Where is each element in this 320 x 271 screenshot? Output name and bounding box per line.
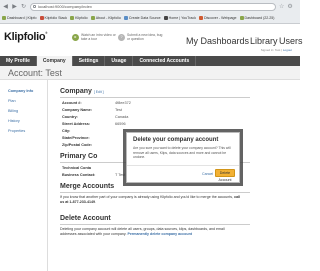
delete-account-button[interactable]: Delete Account (215, 169, 235, 182)
dialog-message: Are you sure you want to delete your com… (133, 146, 231, 159)
logout-link[interactable]: Logout (283, 48, 292, 52)
intro-video-link[interactable]: ▸ Watch an intro video or take a tour (72, 33, 117, 41)
merge-accounts-heading: Merge Accounts (60, 183, 115, 190)
play-icon: ▸ (72, 33, 79, 41)
field-label: Company Name: (62, 108, 92, 112)
url-row: ◀ ▶ ↻ localhost:9000/company/index ☆ ⚙ (0, 1, 300, 12)
sidebar-item-properties[interactable]: Properties (8, 129, 25, 133)
field-label: Street Address: (62, 122, 91, 126)
field-value: Test (115, 108, 122, 112)
sidebar-item-history[interactable]: History (8, 119, 20, 123)
cancel-button[interactable]: Cancel (202, 172, 213, 176)
delete-account-heading: Delete Account (60, 215, 111, 222)
divider (60, 224, 250, 225)
permanently-delete-link[interactable]: Permanently delete company account (127, 232, 192, 236)
address-bar[interactable]: localhost:9000/company/index (30, 2, 276, 11)
bookmark-item[interactable]: Home | YouTrack (163, 16, 196, 20)
tab-connected-accounts[interactable]: Connected Accounts (133, 56, 197, 66)
field-label: Zip/Postal Code: (62, 143, 92, 147)
forward-icon[interactable]: ▶ (11, 3, 18, 10)
bookmark-item[interactable]: Dashboard (22.25) (239, 16, 275, 20)
field-label: State/Province: (62, 136, 90, 140)
bookmark-label: Dashboard (22.25) (244, 16, 275, 20)
tab-usage[interactable]: Usage (105, 56, 134, 66)
lightbulb-icon: ? (118, 33, 125, 41)
nav-my-dashboards[interactable]: My Dashboards (186, 36, 249, 46)
klipfolio-logo[interactable]: Klipfolio® (4, 31, 48, 43)
favicon-icon (123, 16, 128, 20)
account-bar: Account: Test (0, 66, 300, 80)
field-value: 4f8ee372 (115, 101, 131, 105)
merge-accounts-text: If you know that another part of your co… (60, 195, 241, 204)
bookmark-label: Discover - Webpage (204, 16, 237, 20)
edit-company-link[interactable]: [ Edit ] (94, 90, 104, 94)
bookmark-star-icon[interactable]: ☆ (279, 3, 284, 10)
sidebar: Company Info Plan Billing History Proper… (0, 80, 48, 271)
favicon-icon (2, 16, 6, 20)
bookmark-item[interactable]: About - Klipfolio (90, 16, 121, 20)
app-header: Klipfolio® ▸ Watch an intro video or tak… (0, 24, 303, 56)
bookmark-item[interactable]: Klipfolio (70, 16, 88, 20)
delete-account-dialog: Delete your company account Are you sure… (126, 132, 240, 183)
page-icon (33, 5, 36, 8)
bookmark-label: Create Data Source (128, 16, 161, 20)
primary-contacts-heading: Primary Co (60, 153, 98, 160)
bookmark-item[interactable]: Create Data Source (123, 16, 161, 20)
favicon-icon (70, 16, 75, 20)
account-tabs: My Profile Company Settings Usage Connec… (0, 56, 300, 66)
tab-settings[interactable]: Settings (73, 56, 106, 66)
sidebar-item-billing[interactable]: Billing (8, 109, 18, 113)
delete-account-text: Deleting your company account will delet… (60, 227, 225, 236)
sidebar-item-plan[interactable]: Plan (8, 99, 16, 103)
nav-users[interactable]: Users (279, 36, 303, 46)
submit-idea-link[interactable]: ? Submit a new idea, bug or question (118, 33, 165, 41)
company-heading: Company[ Edit ] (60, 88, 104, 95)
page-title: Account: Test (8, 68, 62, 78)
url-text[interactable]: localhost:9000/company/index (38, 4, 92, 9)
divider (60, 97, 250, 98)
bookmarks-bar: Dashboard | Klipfo Klipfolio Stack Klipfol… (0, 13, 300, 23)
favicon-icon (39, 16, 44, 20)
wrench-icon[interactable]: ⚙ (287, 3, 292, 10)
bookmark-label: Klipfolio (75, 16, 88, 20)
divider (127, 165, 239, 166)
field-value: 66596 (115, 122, 126, 126)
tab-my-profile[interactable]: My Profile (0, 56, 37, 66)
signed-in-status: Signed in: Test | Logout (260, 48, 292, 52)
favicon-icon (239, 16, 244, 20)
favicon-icon (199, 16, 203, 20)
bookmark-item[interactable]: Discover - Webpage (199, 16, 237, 20)
bookmark-label: Klipfolio Stack (44, 16, 68, 20)
browser-chrome: ◀ ▶ ↻ localhost:9000/company/index ☆ ⚙ D… (0, 0, 300, 24)
tab-company[interactable]: Company (36, 56, 73, 66)
bookmark-label: About - Klipfolio (95, 16, 121, 20)
favicon-icon (90, 16, 95, 20)
favicon-icon (163, 16, 168, 20)
bookmark-item[interactable]: Dashboard | Klipfo (2, 16, 37, 20)
back-icon[interactable]: ◀ (2, 3, 9, 10)
technical-contact-label: Technical Conta (62, 166, 92, 170)
bookmark-label: Dashboard | Klipfo (7, 16, 37, 20)
business-contact-label: Business Contact: (62, 173, 96, 177)
reload-icon[interactable]: ↻ (20, 3, 27, 10)
dialog-title: Delete your company account (133, 137, 219, 143)
field-label: Account #: (62, 101, 82, 105)
field-label: City: (62, 129, 71, 133)
sidebar-item-company-info[interactable]: Company Info (8, 89, 33, 93)
field-value: Canada (115, 115, 129, 119)
divider (60, 192, 250, 193)
bookmark-item[interactable]: Klipfolio Stack (39, 16, 68, 20)
bookmark-label: Home | YouTrack (168, 16, 196, 20)
field-label: Country: (62, 115, 78, 119)
nav-library[interactable]: Library (250, 36, 278, 46)
